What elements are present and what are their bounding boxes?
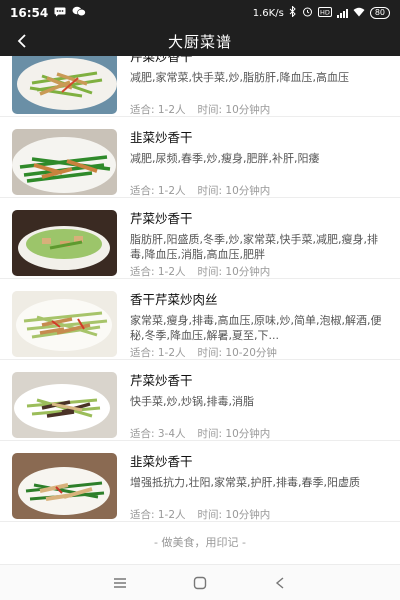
- recipe-meta: 适合: 1-2人 时间: 10-20分钟: [130, 346, 388, 360]
- recipe-info: 韭菜炒香干 减肥,尿频,春季,炒,瘦身,肥胖,补肝,阳痿 适合: 1-2人 时间:…: [130, 130, 388, 198]
- recipe-item[interactable]: 芹菜炒香干 快手菜,炒,炒锅,排毒,消脂 适合: 3-4人 时间: 10分钟内: [0, 360, 400, 441]
- message-icon: [54, 7, 66, 20]
- recipe-thumbnail: [12, 453, 117, 519]
- recipe-servings: 适合: 1-2人: [130, 104, 186, 116]
- back-arrow-icon: [17, 34, 26, 48]
- recipe-list[interactable]: 芹菜炒香干 减肥,家常菜,快手菜,炒,脂肪肝,降血压,高血压 适合: 1-2人时…: [0, 56, 400, 564]
- recipe-thumbnail: [12, 129, 117, 195]
- recipe-tags: 减肥,家常菜,快手菜,炒,脂肪肝,降血压,高血压: [130, 71, 349, 84]
- page-title: 大厨菜谱: [167, 32, 232, 51]
- recipe-thumbnail: [12, 210, 117, 276]
- recipe-meta: 适合: 1-2人 时间: 10分钟内: [130, 508, 388, 522]
- home-square-icon: [193, 576, 207, 589]
- recipe-thumbnail: [12, 372, 117, 438]
- chive-tofu-plate-image: [12, 129, 117, 195]
- signal-icon: [336, 8, 348, 18]
- recipe-list-content: 芹菜炒香干 减肥,家常菜,快手菜,炒,脂肪肝,降血压,高血压 适合: 1-2人时…: [0, 56, 400, 562]
- footer-note: - 做美食，用印记 -: [154, 536, 246, 549]
- system-back-button[interactable]: [268, 571, 292, 595]
- recipe-meta: 适合: 3-4人 时间: 10分钟内: [130, 427, 388, 441]
- wifi-icon: [353, 7, 365, 20]
- recipe-time: 时间: 10分钟内: [197, 266, 271, 278]
- status-right: 1.6K/s HD 80: [252, 5, 390, 20]
- recipe-meta: 适合: 1-2人 时间: 10分钟内: [130, 103, 388, 117]
- status-time: 16:54: [10, 6, 49, 20]
- recipe-time: 时间: 10分钟内: [197, 509, 271, 521]
- recipe-info: 芹菜炒香干 快手菜,炒,炒锅,排毒,消脂 适合: 3-4人 时间: 10分钟内: [130, 373, 388, 441]
- recipe-thumbnail: [12, 291, 117, 357]
- recipe-servings: 适合: 3-4人: [130, 428, 186, 440]
- wechat-icon: [72, 6, 87, 20]
- recipe-servings: 适合: 1-2人: [130, 509, 186, 521]
- recipe-item[interactable]: 韭菜炒香干 减肥,尿频,春季,炒,瘦身,肥胖,补肝,阳痿 适合: 1-2人 时间:…: [0, 117, 400, 198]
- recipe-title: 香干芹菜炒肉丝: [130, 292, 218, 307]
- recipe-title: 韭菜炒香干: [130, 130, 193, 145]
- back-triangle-icon: [275, 576, 284, 589]
- recipe-item[interactable]: 香干芹菜炒肉丝 家常菜,瘦身,排毒,高血压,原味,炒,简单,泡椒,解酒,便秘,冬…: [0, 279, 400, 360]
- recipe-title: 芹菜炒香干: [130, 373, 193, 388]
- recipe-tags: 脂肪肝,阳盛质,冬季,炒,家常菜,快手菜,减肥,瘦身,排毒,降血压,消脂,高血压…: [130, 233, 378, 261]
- recipe-thumbnail: [12, 56, 117, 114]
- recipe-meta: 适合: 1-2人 时间: 10分钟内: [130, 184, 388, 198]
- recipe-servings: 适合: 1-2人: [130, 266, 186, 278]
- recipe-servings: 适合: 1-2人: [130, 347, 186, 359]
- network-speed: 1.6K/s: [252, 7, 284, 19]
- svg-text:HD: HD: [320, 8, 330, 16]
- chive-tofu-dish-image: [12, 453, 117, 519]
- recipe-info: 芹菜炒香干 减肥,家常菜,快手菜,炒,脂肪肝,降血压,高血压 适合: 1-2人时…: [130, 56, 388, 117]
- home-button[interactable]: [188, 571, 212, 595]
- recipe-item[interactable]: 芹菜炒香干 脂肪肝,阳盛质,冬季,炒,家常菜,快手菜,减肥,瘦身,排毒,降血压,…: [0, 198, 400, 279]
- recipe-info: 韭菜炒香干 增强抵抗力,壮阳,家常菜,护肝,排毒,春季,阳虚质 适合: 1-2人…: [130, 454, 388, 522]
- status-bar: 16:54 1.6K/s HD 80: [0, 0, 400, 26]
- menu-icon: [114, 577, 126, 588]
- back-button[interactable]: [8, 26, 36, 56]
- status-left: 16:54: [10, 6, 87, 20]
- celery-tofu-dish-image: [12, 372, 117, 438]
- recipe-meta: 适合: 1-2人 时间: 10分钟内: [130, 265, 388, 279]
- recipe-tags: 增强抵抗力,壮阳,家常菜,护肝,排毒,春季,阳虚质: [130, 476, 360, 489]
- recipe-time: 时间: 10分钟内: [197, 104, 271, 116]
- hd-icon: HD: [317, 6, 332, 20]
- battery-indicator: 80: [369, 7, 390, 19]
- bluetooth-icon: [289, 5, 297, 20]
- celery-tofu-bowl-image: [12, 210, 117, 276]
- celery-tofu-plate-image: [12, 56, 117, 114]
- alarm-icon: [302, 6, 313, 20]
- recipe-servings: 适合: 1-2人: [130, 185, 186, 197]
- recipe-info: 芹菜炒香干 脂肪肝,阳盛质,冬季,炒,家常菜,快手菜,减肥,瘦身,排毒,降血压,…: [130, 211, 388, 279]
- recipe-time: 时间: 10-20分钟: [197, 347, 277, 359]
- recipe-tags: 减肥,尿频,春季,炒,瘦身,肥胖,补肝,阳痿: [130, 152, 320, 165]
- recipe-item[interactable]: 韭菜炒香干 增强抵抗力,壮阳,家常菜,护肝,排毒,春季,阳虚质 适合: 1-2人…: [0, 441, 400, 522]
- recipe-tags: 快手菜,炒,炒锅,排毒,消脂: [130, 395, 254, 408]
- recipe-item[interactable]: 芹菜炒香干 减肥,家常菜,快手菜,炒,脂肪肝,降血压,高血压 适合: 1-2人时…: [0, 56, 400, 117]
- recipe-title: 韭菜炒香干: [130, 454, 193, 469]
- recipe-tags: 家常菜,瘦身,排毒,高血压,原味,炒,简单,泡椒,解酒,便秘,冬季,降血压,解暑…: [130, 314, 382, 342]
- system-nav-bar: [0, 564, 400, 600]
- recipe-info: 香干芹菜炒肉丝 家常菜,瘦身,排毒,高血压,原味,炒,简单,泡椒,解酒,便秘,冬…: [130, 292, 388, 360]
- pork-celery-plate-image: [12, 291, 117, 357]
- recipe-time: 时间: 10分钟内: [197, 428, 271, 440]
- recipe-title: 芹菜炒香干: [130, 56, 193, 64]
- nav-bar: 大厨菜谱: [0, 26, 400, 56]
- recipe-title: 芹菜炒香干: [130, 211, 193, 226]
- menu-button[interactable]: [108, 571, 132, 595]
- recipe-time: 时间: 10分钟内: [197, 185, 271, 197]
